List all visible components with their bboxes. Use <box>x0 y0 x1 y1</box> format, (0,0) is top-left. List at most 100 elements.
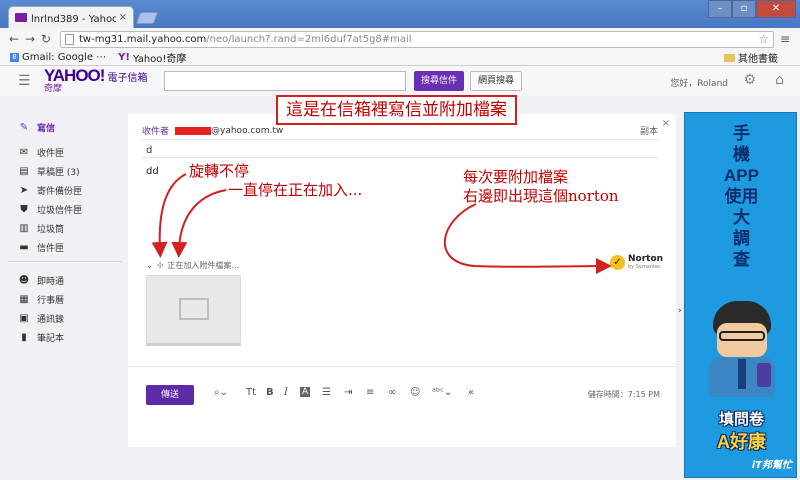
inbox-icon: ✉ <box>19 146 29 158</box>
logo-mail: 電子信箱 <box>107 73 148 84</box>
ad-heading: 手 機 APP 使用 大 調 查 <box>685 123 796 270</box>
calendar-icon: ▦ <box>19 293 29 305</box>
message-body[interactable]: dd <box>146 166 159 177</box>
emoji-icon[interactable]: ☺ <box>410 387 420 398</box>
ad-heading-line: 查 <box>733 250 750 269</box>
norton-label: Norton <box>628 254 664 264</box>
sidebar-item-calendar[interactable]: ▦ 行事曆 <box>18 290 64 308</box>
user-greeting[interactable]: 您好，Roland <box>670 76 728 89</box>
gear-icon[interactable]: ⚙ <box>743 72 756 88</box>
sidebar-item-drafts[interactable]: ▤ 草稿匣 (3) <box>18 162 80 180</box>
redacted-address <box>175 126 212 135</box>
sidebar: ✎ 寫信 ✉ 收件匣 ▤ 草稿匣 (3) ➤ 寄件備份匣 ⛊ 垃圾信件匣 ▥ 垃… <box>0 114 128 474</box>
sidebar-item-inbox[interactable]: ✉ 收件匣 <box>18 143 64 161</box>
ad-heading-line: 機 <box>733 145 750 164</box>
compose-label: 寫信 <box>37 123 56 134</box>
ad-cta: 填問卷 A好康 <box>685 409 796 453</box>
sidebar-item-notepad[interactable]: ▮ 筆記本 <box>18 328 64 346</box>
ad-heading-line: 手 <box>733 124 750 143</box>
sidebar-item-folders[interactable]: ▬ 信件匣 <box>18 238 64 256</box>
norton-badge[interactable]: ✓ Norton by Symantec <box>610 255 663 270</box>
bold-button[interactable]: B <box>266 387 274 398</box>
chevron-down-icon[interactable]: ⌄ <box>146 261 153 270</box>
trash-icon: ▥ <box>19 222 29 234</box>
yahoo-logo[interactable]: YAHOO! 電子信箱 奇摩 <box>44 66 154 94</box>
bookmarks-bar: 8 Gmail: Google ⋯ Y! Yahoo!奇摩 其他書籤 <box>0 50 800 66</box>
sidebar-item-label: 即時通 <box>37 276 65 287</box>
browser-menu-icon[interactable]: ≡ <box>780 32 790 46</box>
url-host: tw-mg31.mail.yahoo.com <box>79 33 207 45</box>
other-bookmarks[interactable]: 其他書籤 <box>724 50 778 65</box>
italic-button[interactable]: I <box>284 387 288 398</box>
logo-main: YAHOO! <box>44 66 105 85</box>
ad-banner[interactable]: 手 機 APP 使用 大 調 查 填問卷 A好康 iT邦幫忙 <box>684 112 797 478</box>
search-web-button[interactable]: 網頁搜尋 <box>470 71 523 91</box>
hamburger-menu-icon[interactable]: ☰ <box>18 73 38 89</box>
attachment-status-row: ⌄ ✣ 正在加入附件檔案... <box>146 260 239 271</box>
annotation-title-box: 這是在信箱裡寫信並附加檔案 <box>276 95 517 125</box>
folder-icon <box>724 53 735 62</box>
sidebar-item-label: 寄件備份匣 <box>37 186 83 197</box>
to-domain: @yahoo.com.tw <box>211 125 284 136</box>
phone-icon <box>757 363 771 387</box>
search-input[interactable] <box>164 71 406 91</box>
browser-titlebar: lnrlnd389 - Yahoo 奇 × – ▫ ✕ <box>0 0 800 28</box>
compose-button[interactable]: ✎ 寫信 <box>18 118 55 136</box>
url-path: /neo/launch?.rand=2ml6duf7at5g8#mail <box>206 33 412 45</box>
sidebar-item-sent[interactable]: ➤ 寄件備份匣 <box>18 181 82 199</box>
sidebar-item-trash[interactable]: ▥ 垃圾筒 <box>18 219 64 237</box>
sidebar-item-label: 草稿匣 (3) <box>37 167 80 178</box>
address-bar[interactable]: tw-mg31.mail.yahoo.com/neo/launch?.rand=… <box>60 30 774 48</box>
close-window-button[interactable]: ✕ <box>756 0 796 18</box>
forward-icon[interactable]: → <box>22 32 38 46</box>
maximize-button[interactable]: ▫ <box>732 0 756 18</box>
chevron-right-icon[interactable]: › <box>678 306 682 316</box>
collapse-toolbar-icon[interactable]: « <box>468 387 474 398</box>
attach-icon[interactable]: ⌕⌄ <box>214 387 228 398</box>
attachment-progress <box>146 343 241 346</box>
ad-cta-line: A好康 <box>717 432 766 452</box>
tab-close-icon[interactable]: × <box>119 12 127 23</box>
sidebar-item-spam[interactable]: ⛊ 垃圾信件匣 <box>18 200 82 218</box>
align-icon[interactable]: ≡ <box>366 387 374 398</box>
sidebar-item-label: 行事曆 <box>37 295 65 306</box>
text-color-button[interactable]: A <box>300 387 311 397</box>
subject-field[interactable]: d <box>146 145 152 156</box>
minimize-button[interactable]: – <box>708 0 732 18</box>
ad-heading-line: APP <box>724 166 759 185</box>
bullet-list-icon[interactable]: ☰ <box>322 387 331 398</box>
cc-link[interactable]: 副本 <box>640 124 658 137</box>
browser-tab[interactable]: lnrlnd389 - Yahoo 奇 × <box>8 6 134 28</box>
spellcheck-icon[interactable]: ᵃᵇᶜ⌄ <box>432 387 452 398</box>
sidebar-item-contacts[interactable]: ▣ 通訊錄 <box>18 309 64 327</box>
ad-heading-line: 大 <box>733 208 750 227</box>
attachment-thumbnail[interactable] <box>146 275 241 345</box>
sidebar-item-label: 信件匣 <box>37 243 65 254</box>
back-icon[interactable]: ← <box>6 32 22 46</box>
indent-icon[interactable]: ⇥ <box>344 387 352 398</box>
mail-page: ☰ YAHOO! 電子信箱 奇摩 搜尋信件 網頁搜尋 您好，Roland ⚙ ⌂ … <box>0 66 800 480</box>
font-size-button[interactable]: Tt <box>246 387 256 398</box>
reload-icon[interactable]: ↻ <box>38 32 54 46</box>
notepad-icon: ▮ <box>21 331 27 343</box>
close-icon[interactable]: × <box>662 118 670 129</box>
bookmark-yahoo[interactable]: Y! Yahoo!奇摩 <box>118 50 186 65</box>
window-controls: – ▫ ✕ <box>708 0 796 18</box>
bookmark-gmail[interactable]: 8 Gmail: Google ⋯ <box>10 52 106 63</box>
new-tab-button[interactable] <box>135 12 159 24</box>
sidebar-item-label: 垃圾筒 <box>37 224 65 235</box>
link-icon[interactable]: ∞ <box>388 387 396 398</box>
annotation-spin-2: 一直停在正在加入... <box>228 181 363 199</box>
logo-sub: 奇摩 <box>44 84 63 94</box>
home-icon[interactable]: ⌂ <box>775 72 784 88</box>
search-mail-button[interactable]: 搜尋信件 <box>414 71 465 91</box>
send-button[interactable]: 傳送 <box>146 385 194 405</box>
sidebar-item-messenger[interactable]: ☻ 即時通 <box>18 271 64 289</box>
attachment-status: 正在加入附件檔案... <box>167 261 240 270</box>
norton-sublabel: by Symantec <box>628 264 661 270</box>
sidebar-item-label: 通訊錄 <box>37 314 65 325</box>
ad-heading-line: 使用 <box>724 187 759 206</box>
spinner-icon: ✣ <box>156 261 164 270</box>
sidebar-item-label: 垃圾信件匣 <box>37 205 83 216</box>
bookmark-star-icon[interactable]: ☆ <box>758 32 769 46</box>
